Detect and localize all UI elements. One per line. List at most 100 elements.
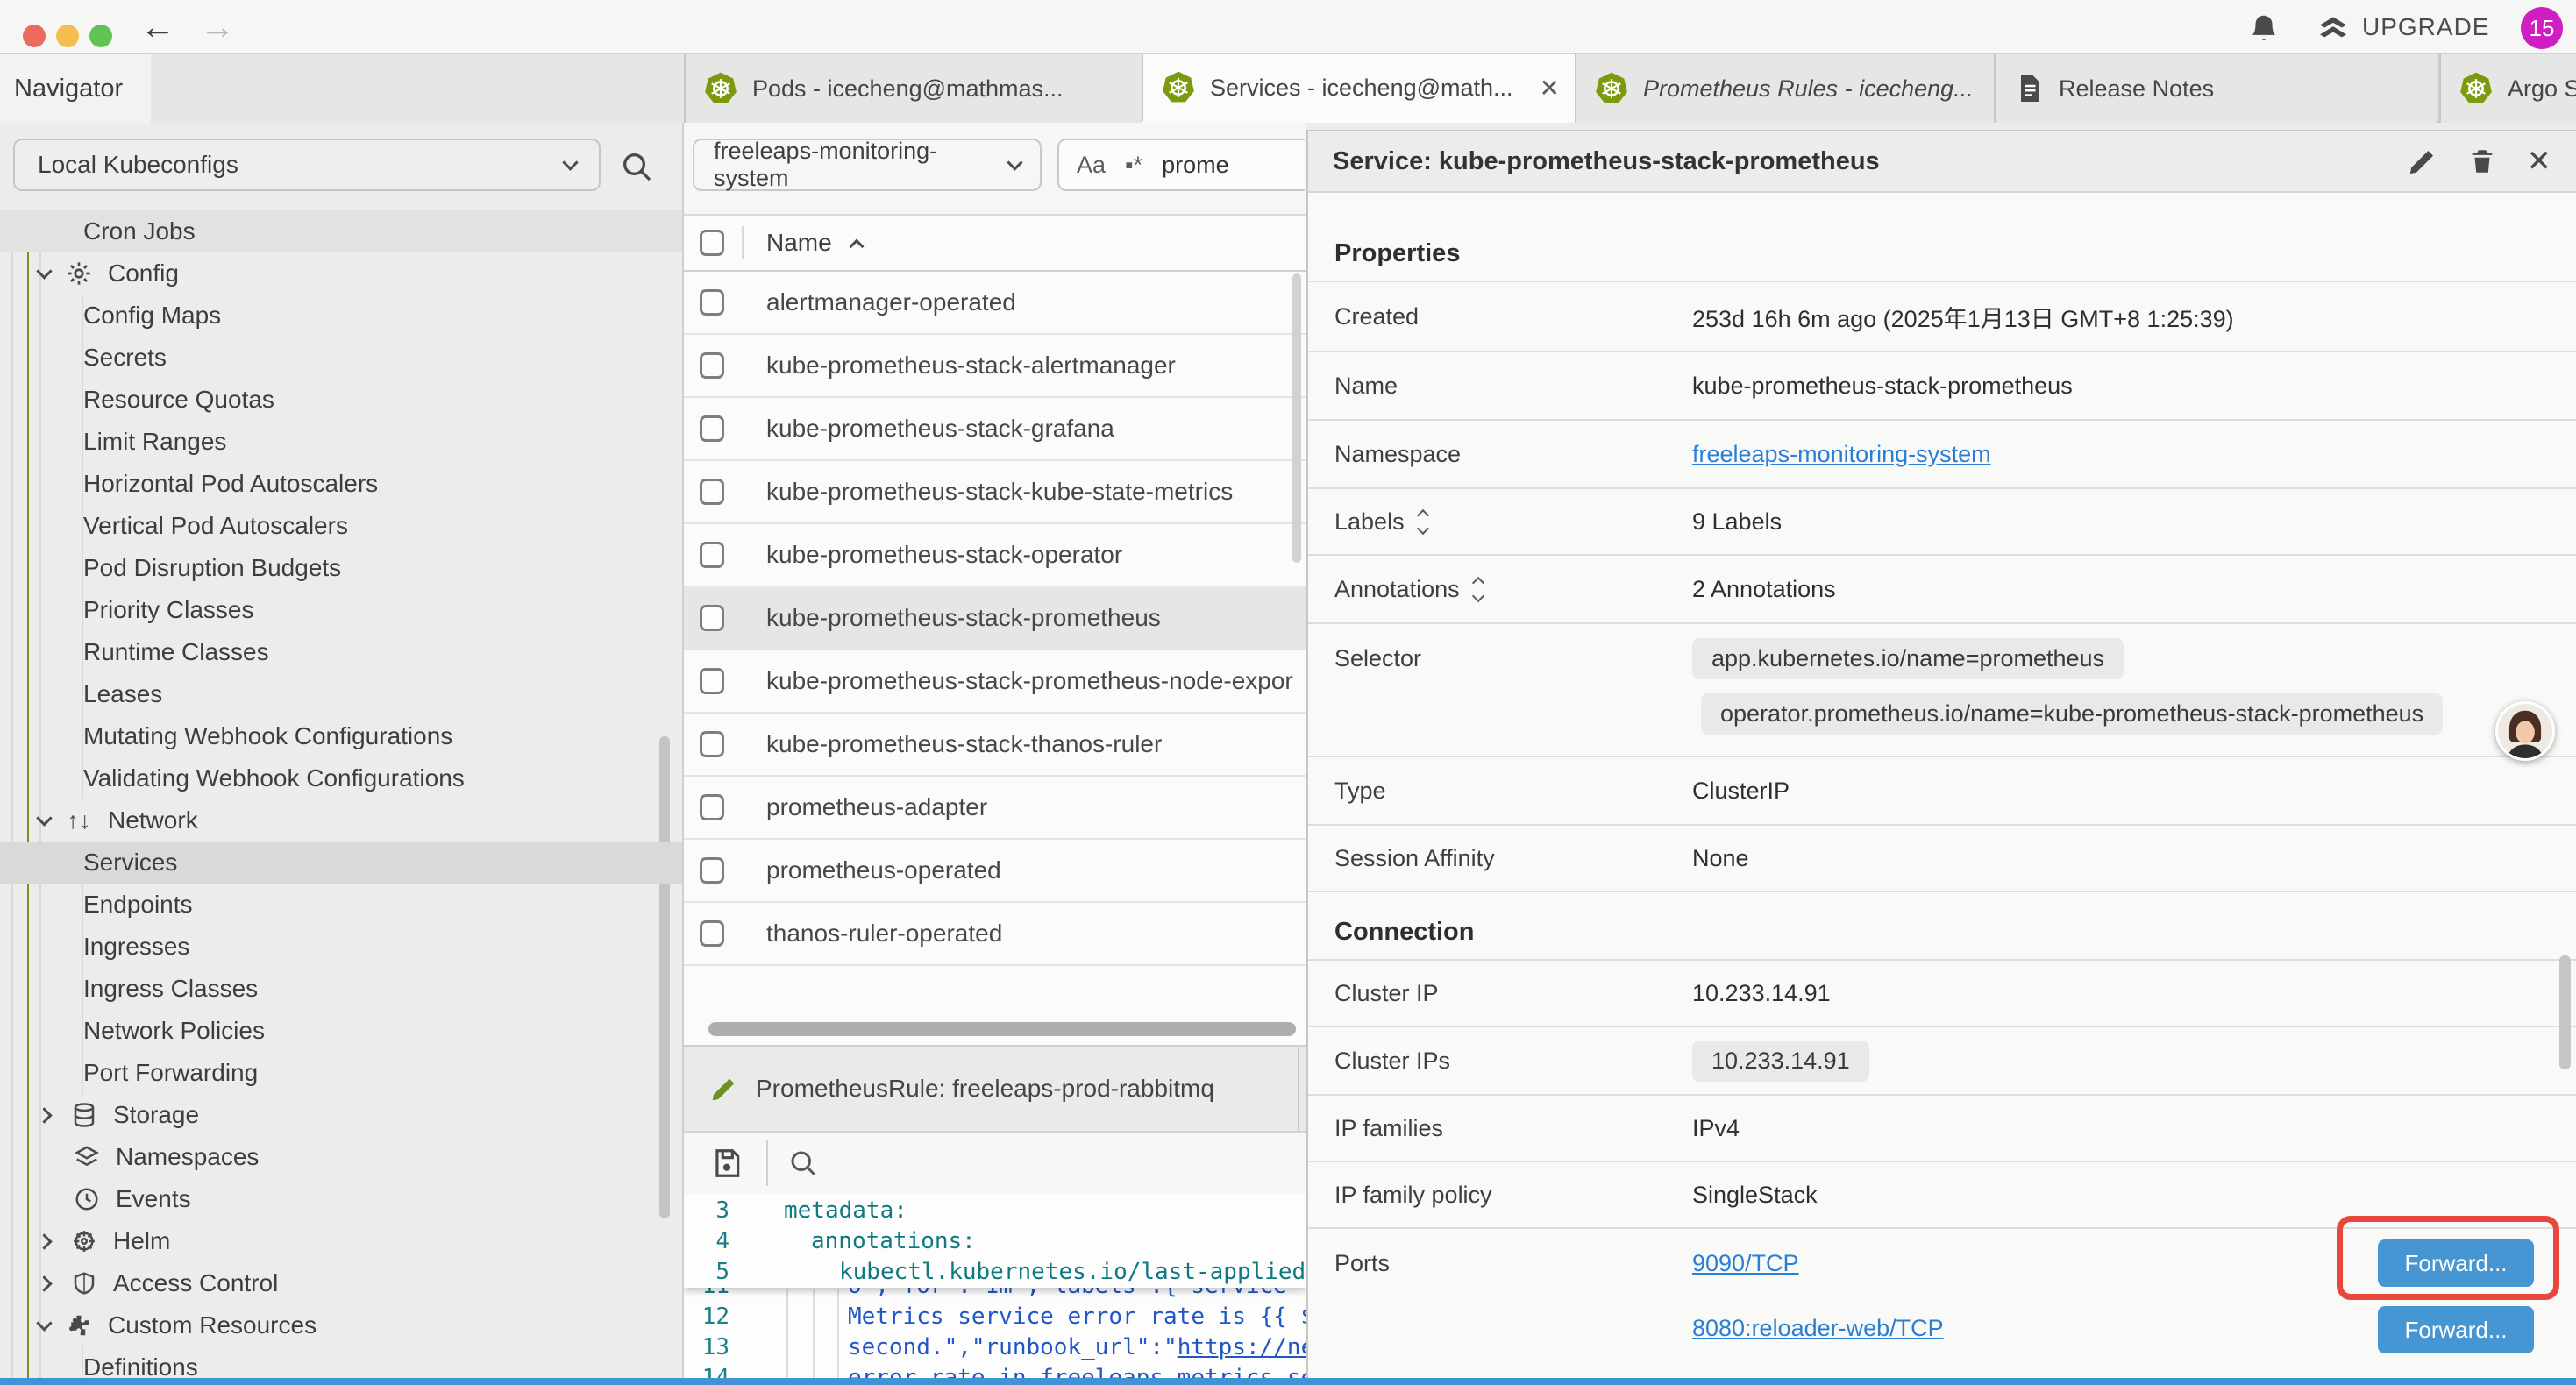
- sidebar-item-port-forwarding[interactable]: Port Forwarding: [0, 1052, 682, 1094]
- row-checkbox[interactable]: [700, 479, 724, 505]
- row-checkbox[interactable]: [700, 920, 724, 947]
- minimize-window-button[interactable]: [56, 25, 79, 47]
- table-row[interactable]: kube-prometheus-stack-thanos-ruler: [684, 714, 1306, 777]
- row-checkbox[interactable]: [700, 352, 724, 379]
- labels-count[interactable]: 9 Labels: [1692, 508, 1782, 536]
- chevron-right-icon[interactable]: [36, 1107, 52, 1123]
- sidebar-item-ingresses[interactable]: Ingresses: [0, 926, 682, 968]
- details-scrollbar[interactable]: [2559, 955, 2571, 1069]
- row-checkbox[interactable]: [700, 794, 724, 820]
- upgrade-button[interactable]: UPGRADE: [2315, 10, 2489, 45]
- sidebar-item-pod-disruption-budgets[interactable]: Pod Disruption Budgets: [0, 547, 682, 589]
- sidebar-item-mutating-webhook-configurations[interactable]: Mutating Webhook Configurations: [0, 715, 682, 757]
- sidebar-item-leases[interactable]: Leases: [0, 673, 682, 715]
- kubeconfig-select[interactable]: Local Kubeconfigs: [13, 138, 601, 191]
- sidebar-item-limit-ranges[interactable]: Limit Ranges: [0, 421, 682, 463]
- sidebar-item-config-maps[interactable]: Config Maps: [0, 295, 682, 337]
- row-checkbox[interactable]: [700, 857, 724, 884]
- table-row[interactable]: alertmanager-operated: [684, 272, 1306, 335]
- clock-icon: [70, 1186, 103, 1212]
- row-checkbox[interactable]: [700, 416, 724, 442]
- port-link-9090[interactable]: 9090/TCP: [1692, 1250, 1799, 1277]
- sidebar-item-resource-quotas[interactable]: Resource Quotas: [0, 379, 682, 421]
- list-search-input[interactable]: Aa ▪* prome: [1057, 138, 1305, 191]
- table-row[interactable]: kube-prometheus-stack-alertmanager: [684, 335, 1306, 398]
- sidebar-group-access-control[interactable]: Access Control: [0, 1262, 682, 1304]
- close-tab-icon[interactable]: ✕: [1540, 74, 1560, 103]
- yaml-editor[interactable]: 11o","for":"1m","labels":{"service": 12M…: [684, 1194, 1306, 1380]
- expand-collapse-icon[interactable]: [1474, 579, 1483, 600]
- editor-search-icon[interactable]: [787, 1147, 819, 1179]
- maximize-window-button[interactable]: [89, 25, 112, 47]
- chevron-right-icon[interactable]: [36, 1275, 52, 1291]
- tab-prometheus-rules[interactable]: Prometheus Rules - icecheng...: [1575, 54, 1994, 123]
- sidebar-item-cron-jobs[interactable]: Cron Jobs: [0, 210, 682, 252]
- table-row[interactable]: kube-prometheus-stack-operator: [684, 524, 1306, 587]
- sidebar-group-events[interactable]: Events: [0, 1178, 682, 1220]
- match-case-icon[interactable]: Aa: [1077, 152, 1106, 179]
- forward-button-8080[interactable]: Forward...: [2378, 1306, 2534, 1353]
- table-row[interactable]: prometheus-adapter: [684, 777, 1306, 840]
- table-row[interactable]: kube-prometheus-stack-prometheus-node-ex…: [684, 650, 1306, 714]
- tab-services[interactable]: Services - icecheng@math... ✕: [1142, 54, 1575, 123]
- notification-count-badge[interactable]: 15: [2521, 7, 2563, 49]
- save-icon[interactable]: [710, 1147, 744, 1180]
- sidebar-group-network[interactable]: ↑↓Network: [0, 799, 682, 842]
- namespace-link[interactable]: freeleaps-monitoring-system: [1692, 441, 1991, 468]
- runbook-url-link[interactable]: https://net: [1178, 1334, 1306, 1360]
- kubeconfig-select-value: Local Kubeconfigs: [38, 151, 238, 179]
- table-row[interactable]: kube-prometheus-stack-kube-state-metrics: [684, 461, 1306, 524]
- dock-tab-next-partial[interactable]: [1299, 1047, 1306, 1131]
- sidebar-item-secrets[interactable]: Secrets: [0, 337, 682, 379]
- sidebar-item-ingress-classes[interactable]: Ingress Classes: [0, 968, 682, 1010]
- avatar[interactable]: [2495, 701, 2555, 761]
- expand-collapse-icon[interactable]: [1419, 511, 1427, 533]
- sidebar-item-horizontal-pod-autoscalers[interactable]: Horizontal Pod Autoscalers: [0, 463, 682, 505]
- sidebar-group-config[interactable]: Config: [0, 252, 682, 295]
- sidebar-group-helm[interactable]: Helm: [0, 1220, 682, 1262]
- sidebar-item-runtime-classes[interactable]: Runtime Classes: [0, 631, 682, 673]
- namespace-select[interactable]: freeleaps-monitoring-system: [693, 138, 1042, 191]
- row-checkbox[interactable]: [700, 542, 724, 568]
- table-row[interactable]: thanos-ruler-operated: [684, 903, 1306, 966]
- table-row[interactable]: kube-prometheus-stack-grafana: [684, 398, 1306, 461]
- list-vertical-scrollbar[interactable]: [1292, 273, 1301, 563]
- column-header-name[interactable]: Name: [766, 229, 832, 257]
- row-checkbox[interactable]: [700, 289, 724, 316]
- sidebar-group-custom-resources[interactable]: Custom Resources: [0, 1304, 682, 1346]
- sidebar-item-services[interactable]: Services: [0, 842, 682, 884]
- row-checkbox[interactable]: [700, 668, 724, 694]
- forward-button[interactable]: →: [200, 5, 235, 49]
- horizontal-scrollbar-thumb[interactable]: [708, 1022, 1296, 1036]
- dock-tab-prometheusrule[interactable]: PrometheusRule: freeleaps-prod-rabbitmq: [684, 1047, 1299, 1131]
- select-all-checkbox[interactable]: [700, 230, 724, 256]
- row-checkbox[interactable]: [700, 731, 724, 757]
- chevron-down-icon[interactable]: [36, 810, 52, 826]
- chevron-right-icon[interactable]: [36, 1233, 52, 1249]
- sidebar-item-network-policies[interactable]: Network Policies: [0, 1010, 682, 1052]
- tab-release-notes[interactable]: Release Notes: [1994, 54, 2437, 123]
- close-panel-icon[interactable]: ✕: [2527, 144, 2552, 179]
- table-row[interactable]: prometheus-operated: [684, 840, 1306, 903]
- annotations-count[interactable]: 2 Annotations: [1692, 576, 1836, 603]
- tab-pods[interactable]: Pods - icecheng@mathmas...: [684, 54, 1142, 123]
- back-button[interactable]: ←: [140, 5, 175, 49]
- tab-argo[interactable]: Argo Se: [2439, 54, 2576, 123]
- table-row-selected[interactable]: kube-prometheus-stack-prometheus: [684, 587, 1306, 650]
- close-window-button[interactable]: [23, 25, 46, 47]
- sidebar-item-endpoints[interactable]: Endpoints: [0, 884, 682, 926]
- delete-trash-icon[interactable]: [2467, 146, 2497, 176]
- sidebar-group-namespaces[interactable]: Namespaces: [0, 1136, 682, 1178]
- regex-icon[interactable]: ▪*: [1125, 152, 1142, 179]
- sidebar-item-validating-webhook-configurations[interactable]: Validating Webhook Configurations: [0, 757, 682, 799]
- sidebar-item-priority-classes[interactable]: Priority Classes: [0, 589, 682, 631]
- notifications-bell-icon[interactable]: [2247, 11, 2281, 45]
- sidebar-item-vertical-pod-autoscalers[interactable]: Vertical Pod Autoscalers: [0, 505, 682, 547]
- sidebar-search-icon[interactable]: [619, 149, 654, 184]
- edit-pencil-icon[interactable]: [2408, 146, 2437, 176]
- chevron-down-icon[interactable]: [36, 263, 52, 279]
- port-link-8080[interactable]: 8080:reloader-web/TCP: [1692, 1315, 1944, 1342]
- sidebar-group-storage[interactable]: Storage: [0, 1094, 682, 1136]
- chevron-down-icon[interactable]: [36, 1315, 52, 1331]
- row-checkbox[interactable]: [700, 605, 724, 631]
